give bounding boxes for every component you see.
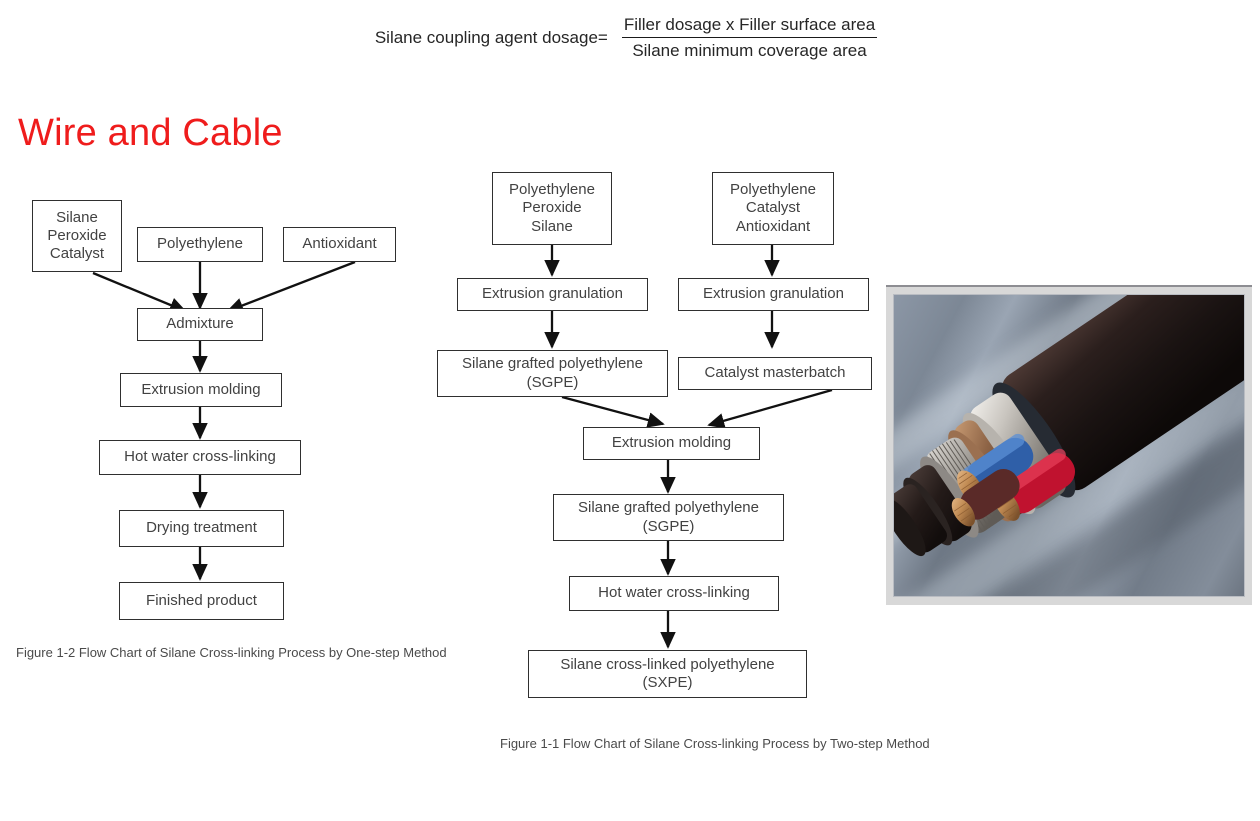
node-line: Silane grafted polyethylene [462,355,643,373]
multi-core-power-cable-cutaway-photo [886,285,1252,605]
arrow-sgpe-to-extrusion-molding [561,395,665,428]
node-line: Antioxidant [302,235,377,253]
node-extrusion-molding[interactable]: Extrusion molding [120,373,282,407]
node-silane-peroxide-catalyst[interactable]: Silane Peroxide Catalyst [32,200,122,272]
node-antioxidant[interactable]: Antioxidant [283,227,396,262]
node-admixture[interactable]: Admixture [137,308,263,341]
node-line: Catalyst [49,245,105,263]
formula-fraction: Filler dosage x Filler surface area Sila… [614,14,885,62]
node-line: Peroxide [47,226,107,244]
node-line: Silane grafted polyethylene [578,499,759,517]
node-line: Antioxidant [735,217,811,235]
arrow-silane-to-admixture [92,271,187,313]
node-extrusion-molding-two-step[interactable]: Extrusion molding [583,427,760,460]
node-sgpe-upper[interactable]: Silane grafted polyethylene (SGPE) [437,350,668,397]
node-line: (SXPE) [642,674,693,691]
caption-figure-1-2: Figure 1-2 Flow Chart of Silane Cross-li… [16,645,447,660]
cable-illustration [894,295,1244,557]
node-extrusion-granulation-right[interactable]: Extrusion granulation [678,278,869,311]
formula-left-side: Silane coupling agent dosage= [374,27,608,47]
silane-dosage-formula: Silane coupling agent dosage= Filler dos… [0,14,1260,62]
node-finished-product[interactable]: Finished product [119,582,284,620]
node-extrusion-granulation-left[interactable]: Extrusion granulation [457,278,648,311]
node-sgpe-lower[interactable]: Silane grafted polyethylene (SGPE) [553,494,784,541]
node-line: Peroxide [522,199,582,217]
node-drying-treatment[interactable]: Drying treatment [119,510,284,547]
node-line: Silane [531,217,573,235]
node-line: Silane [56,208,98,226]
node-line: Extrusion granulation [482,285,623,303]
photo-inner [893,294,1245,597]
node-line: Catalyst [745,199,801,217]
node-line: Extrusion granulation [703,285,844,303]
caption-figure-1-1: Figure 1-1 Flow Chart of Silane Cross-li… [500,736,930,751]
arrow-antioxidant-to-admixture [226,260,356,313]
node-line: Silane cross-linked polyethylene [560,655,775,673]
node-hot-water-cross-linking[interactable]: Hot water cross-linking [99,440,301,475]
node-polyethylene[interactable]: Polyethylene [137,227,263,262]
page-title: Wire and Cable [18,112,283,154]
node-line: Hot water cross-linking [598,584,750,602]
node-line: Finished product [146,591,257,609]
formula-denominator: Silane minimum coverage area [622,36,877,62]
node-line: Hot water cross-linking [124,448,276,466]
node-line: Polyethylene [509,181,595,199]
node-line: Admixture [166,315,234,333]
node-sxpe[interactable]: Silane cross-linked polyethylene (SXPE) [528,650,807,698]
node-line: Drying treatment [146,519,257,537]
node-pe-peroxide-silane[interactable]: Polyethylene Peroxide Silane [492,172,612,245]
node-line: Extrusion molding [611,434,732,452]
node-catalyst-masterbatch[interactable]: Catalyst masterbatch [678,357,872,390]
formula-numerator: Filler dosage x Filler surface area [623,15,876,34]
arrow-masterbatch-to-extrusion-molding [707,388,833,429]
node-hot-water-cross-linking-two-step[interactable]: Hot water cross-linking [569,576,779,611]
node-line: Extrusion molding [141,380,261,398]
node-line: Catalyst masterbatch [704,364,846,382]
node-line: (SGPE) [526,373,579,391]
node-pe-catalyst-antioxidant[interactable]: Polyethylene Catalyst Antioxidant [712,172,834,245]
node-line: (SGPE) [642,517,695,535]
node-line: Polyethylene [157,235,243,253]
node-line: Polyethylene [730,181,816,199]
